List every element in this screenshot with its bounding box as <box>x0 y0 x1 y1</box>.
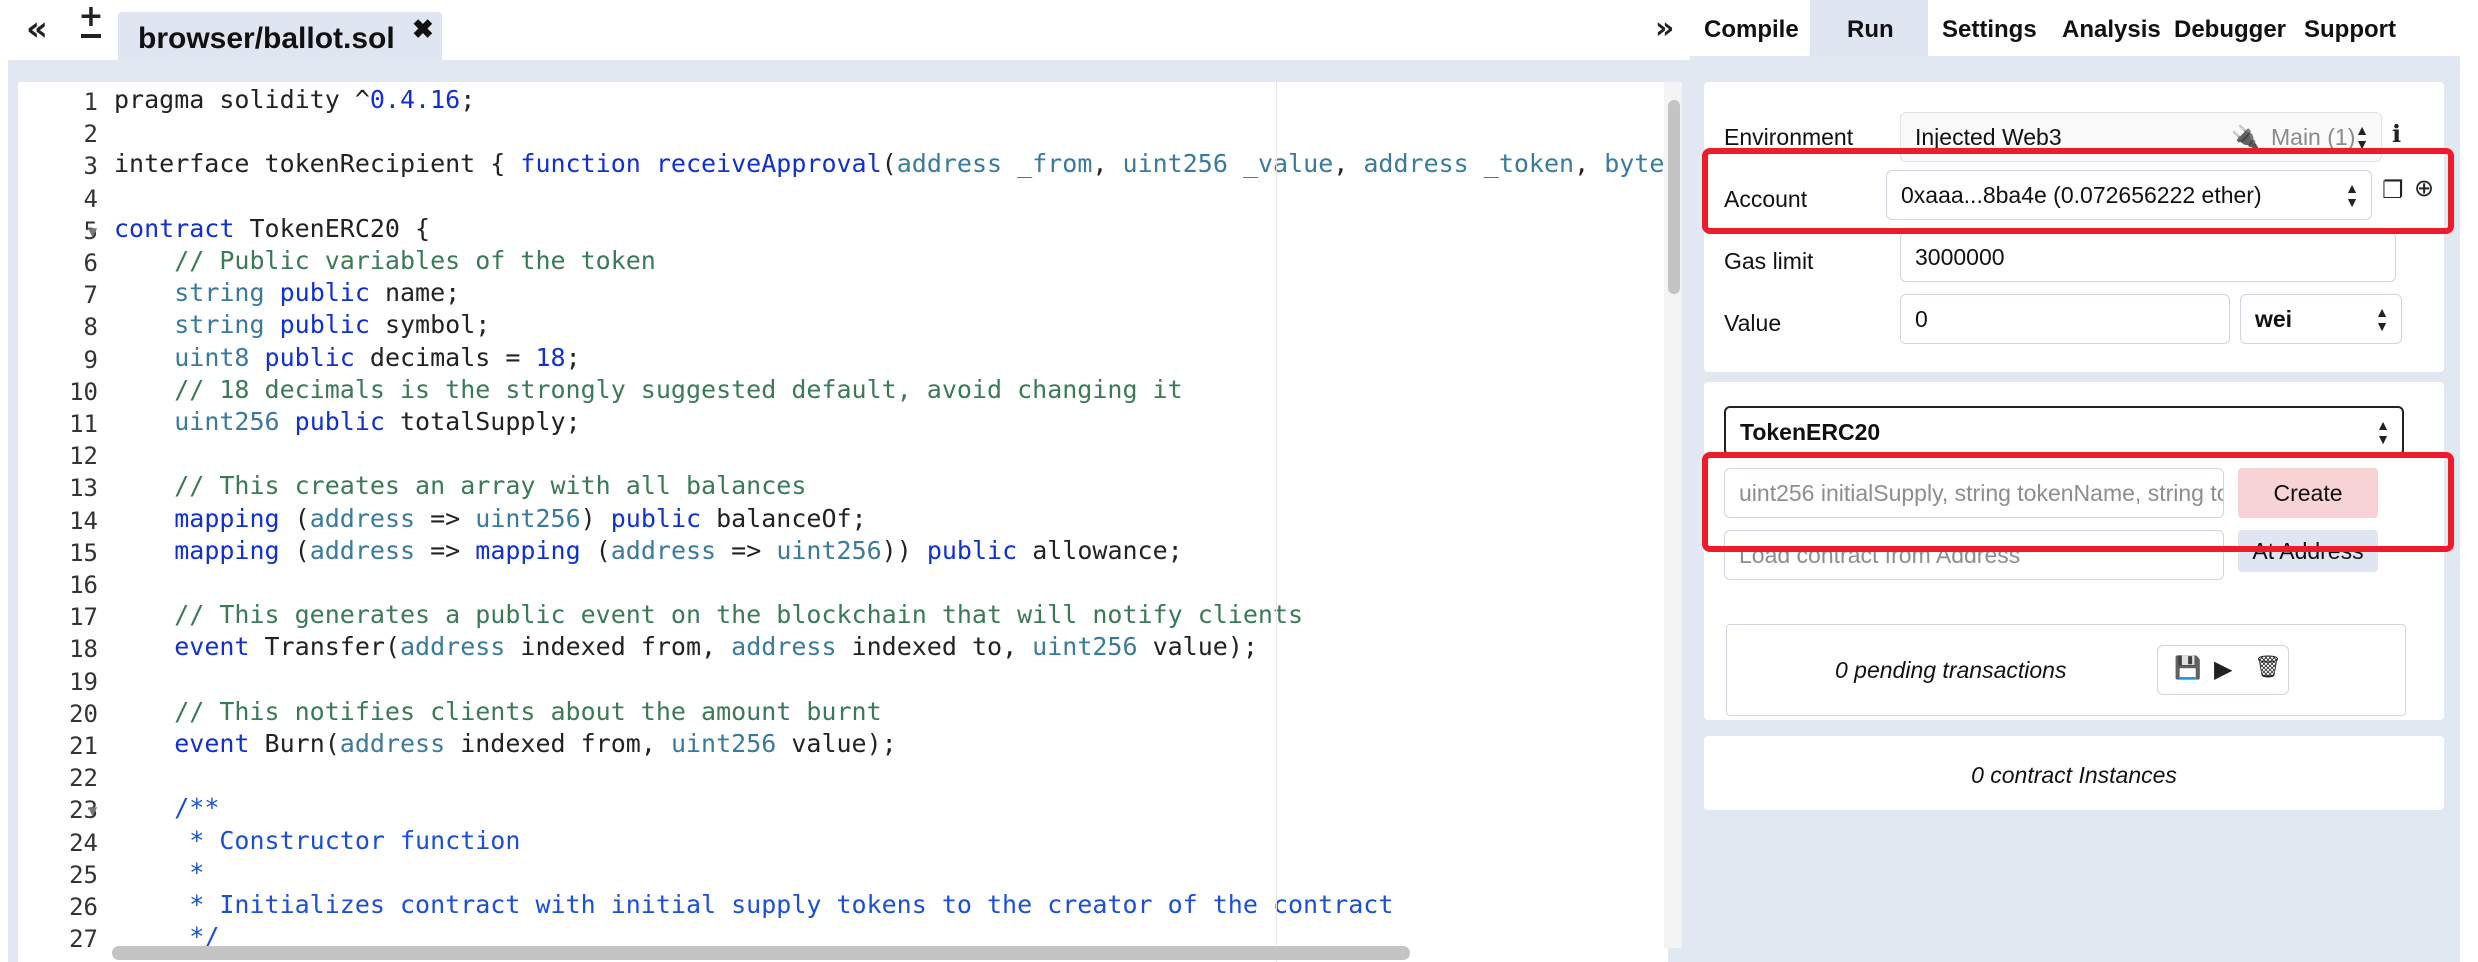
editor-tabbar: « + browser/ballot.sol ✖ » <box>0 0 1690 60</box>
line-number: 18 <box>69 635 98 664</box>
horizontal-scrollbar-thumb[interactable] <box>112 946 1410 960</box>
line-number: 26 <box>69 893 98 921</box>
tab-support[interactable]: Support <box>2304 16 2396 44</box>
line-number: 9 <box>83 345 98 374</box>
contract-instances-text: 0 contract Instances <box>1971 762 2177 788</box>
line-number: 2 <box>83 120 98 149</box>
increase-font-icon[interactable]: + <box>78 2 104 32</box>
line-number: 22 <box>69 764 98 793</box>
fold-arrow-icon[interactable]: ▼ <box>88 225 97 239</box>
tab-analysis[interactable]: Analysis <box>2062 16 2161 44</box>
pending-transactions-text: 0 pending transactions <box>1835 657 2067 683</box>
line-number: 10 <box>69 377 98 406</box>
collapse-right-panel-icon[interactable]: » <box>1655 14 1674 44</box>
file-tab[interactable]: browser/ballot.sol ✖ <box>118 12 442 60</box>
contract-select[interactable]: TokenERC20 ▲ ▼ <box>1724 406 2404 456</box>
select-arrows-icon: ▲ ▼ <box>2376 417 2390 447</box>
line-number: 25 <box>69 860 98 889</box>
line-number: 27 <box>69 925 98 954</box>
run-tab-body: Environment Injected Web3 🔌 Main (1) ▲ ▼ … <box>1690 56 2460 962</box>
code-editor-frame: 1 2 3 4 5 ▼ 6 7 8 9 10 11 12 13 14 15 16 17 18 19 20 21 22 23 ▼ 2… <box>8 60 1690 962</box>
value-label: Value <box>1724 310 1782 336</box>
value-unit-select[interactable]: wei ▲ ▼ <box>2240 294 2402 344</box>
line-number: 17 <box>69 603 98 632</box>
code-editor[interactable]: 1 2 3 4 5 ▼ 6 7 8 9 10 11 12 13 14 15 16 17 18 19 20 21 22 23 ▼ 2… <box>18 82 1668 962</box>
contract-instances-card: 0 contract Instances <box>1704 736 2444 810</box>
tab-debugger[interactable]: Debugger <box>2174 16 2286 44</box>
code-content[interactable]: pragma solidity ^0.4.16; interface tokenR… <box>114 82 1668 962</box>
line-number: 20 <box>69 699 98 728</box>
pending-transactions-card: 0 pending transactions 💾 ▶ 🗑 <box>1704 624 2444 720</box>
info-icon[interactable]: ℹ <box>2392 120 2401 148</box>
contract-select-value: TokenERC20 <box>1740 419 1881 445</box>
line-number: 1 <box>83 88 98 116</box>
account-highlight-box <box>1702 148 2454 234</box>
line-number: 13 <box>69 474 98 503</box>
tab-run[interactable]: Run <box>1847 16 1894 44</box>
right-panel: Compile Run Settings Analysis Debugger S… <box>1690 0 2478 962</box>
collapse-left-panel-icon[interactable]: « <box>26 12 48 46</box>
code-line: event Burn(address indexed from, uint256… <box>174 729 897 758</box>
code-line: interface tokenRecipient { function rece… <box>114 149 1668 179</box>
environment-value: Injected Web3 <box>1915 124 2062 150</box>
code-line: // This generates a public event on the … <box>174 600 1304 630</box>
save-icon[interactable]: 💾 <box>2174 656 2201 681</box>
tab-settings[interactable]: Settings <box>1942 16 2037 44</box>
vertical-scrollbar-thumb[interactable] <box>1668 100 1680 294</box>
line-number: 14 <box>69 506 98 535</box>
file-tab-label: browser/ballot.sol <box>138 22 395 55</box>
trash-icon[interactable]: 🗑 <box>2254 655 2282 680</box>
fold-arrow-icon[interactable]: ▼ <box>88 804 97 818</box>
pending-actions-group: 💾 ▶ 🗑 <box>2157 645 2289 695</box>
line-number: 24 <box>69 828 98 857</box>
code-line: string public symbol; <box>174 310 491 340</box>
line-number: 12 <box>69 442 98 471</box>
print-margin <box>1276 82 1277 962</box>
line-number: 3 <box>83 152 98 181</box>
code-line: // 18 decimals is the strongly suggested… <box>174 374 1183 404</box>
close-tab-icon[interactable]: ✖ <box>412 14 434 45</box>
line-number: 15 <box>69 538 98 567</box>
code-line: // This notifies clients about the amoun… <box>174 696 882 726</box>
editor-pane: « + browser/ballot.sol ✖ » 1 2 3 4 5 ▼ 6 7 8 9 10 1… <box>0 0 1690 962</box>
line-number: 4 <box>83 184 98 213</box>
value-input[interactable]: 0 <box>1900 294 2230 344</box>
line-number: 11 <box>69 410 98 438</box>
code-line: pragma solidity ^0.4.16; <box>114 85 476 114</box>
code-line: uint8 public decimals = 18; <box>174 342 581 372</box>
gas-limit-label: Gas limit <box>1724 248 1814 274</box>
line-number-gutter: 1 2 3 4 5 ▼ 6 7 8 9 10 11 12 13 14 15 16 17 18 19 20 21 22 23 ▼ 2… <box>18 82 108 962</box>
font-size-control-icon[interactable]: + <box>78 2 104 38</box>
play-icon[interactable]: ▶ <box>2214 655 2232 683</box>
tab-compile[interactable]: Compile <box>1704 16 1799 44</box>
value-unit: wei <box>2255 306 2293 332</box>
code-line: // This creates an array with all balanc… <box>174 471 807 501</box>
line-number: 21 <box>69 732 98 760</box>
code-line: // Public variables of the token <box>174 246 656 275</box>
code-line: * Constructor function <box>189 825 521 855</box>
code-line: uint256 public totalSupply; <box>174 407 581 436</box>
code-line: /** <box>174 793 220 823</box>
line-number: 6 <box>83 249 98 277</box>
select-arrows-icon: ▲ ▼ <box>2375 304 2389 334</box>
line-number: 19 <box>69 667 98 696</box>
line-number: 8 <box>83 313 98 342</box>
line-number: 7 <box>83 281 98 310</box>
code-line: * Initializes contract with initial supp… <box>189 890 1394 919</box>
decrease-font-icon[interactable] <box>81 34 101 38</box>
environment-label: Environment <box>1724 124 1854 150</box>
code-line: mapping (address => mapping (address => … <box>174 535 1183 565</box>
code-line: string public name; <box>174 278 461 308</box>
select-arrows-icon: ▲ ▼ <box>2355 122 2369 152</box>
code-line: contract TokenERC20 { <box>114 213 431 243</box>
remix-ide-window: « + browser/ballot.sol ✖ » 1 2 3 4 5 ▼ 6 7 8 9 10 1… <box>0 0 2478 962</box>
create-highlight-box <box>1702 452 2454 552</box>
code-line: event Transfer(address indexed from, add… <box>174 632 1258 662</box>
line-number: 16 <box>69 571 98 599</box>
pending-transactions-box: 0 pending transactions 💾 ▶ 🗑 <box>1726 624 2406 716</box>
code-line: * <box>189 857 205 887</box>
gas-limit-input[interactable]: 3000000 <box>1900 232 2396 282</box>
right-panel-tabs: Compile Run Settings Analysis Debugger S… <box>1690 0 2478 56</box>
code-line: mapping (address => uint256) public bala… <box>174 503 867 533</box>
